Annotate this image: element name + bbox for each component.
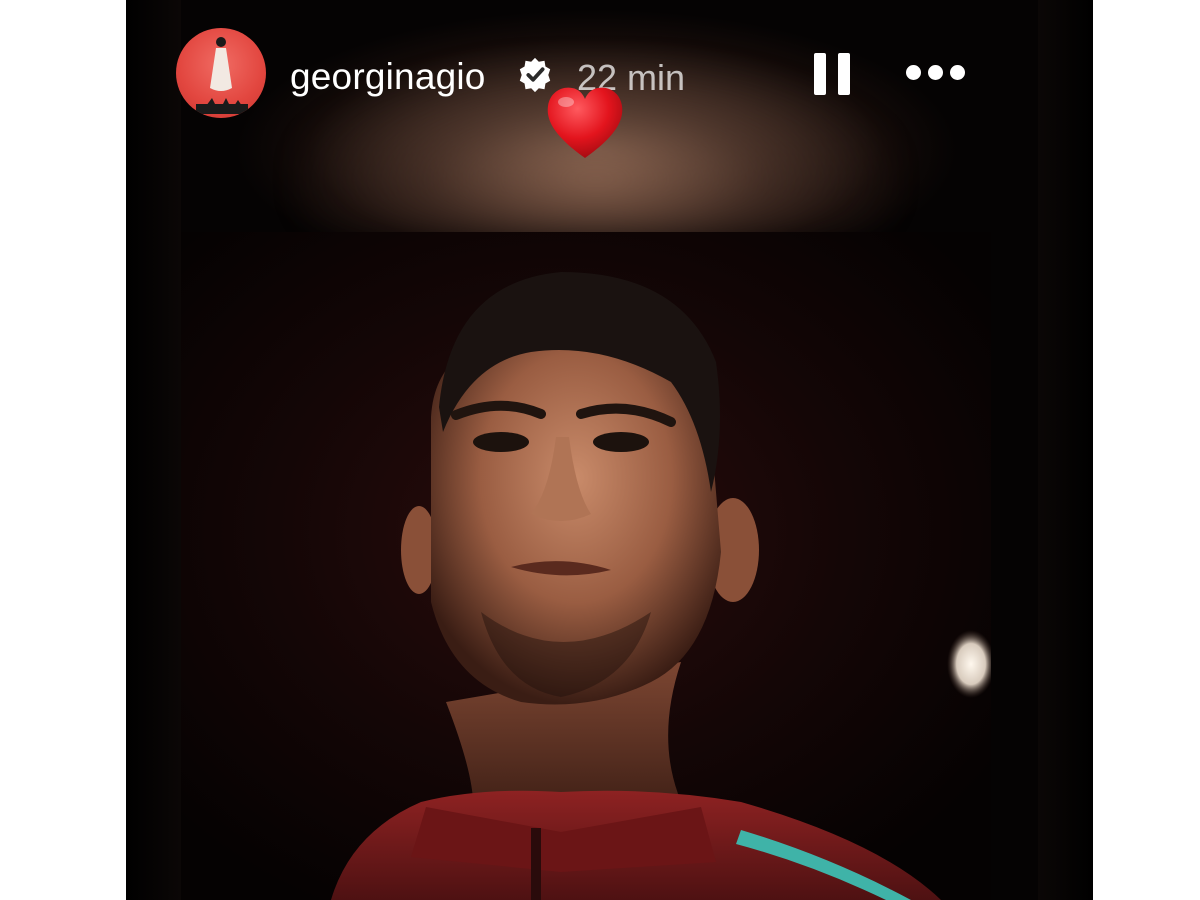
eye-right xyxy=(593,432,649,452)
portrait-illustration xyxy=(331,272,991,900)
profile-avatar[interactable] xyxy=(176,28,266,118)
story-side-shade-right xyxy=(1038,0,1093,900)
story-side-shade-left xyxy=(126,0,181,900)
jacket-zipper xyxy=(531,828,541,900)
avatar-figure-icon xyxy=(196,37,248,114)
story-photo xyxy=(181,232,991,900)
heart-sticker-icon xyxy=(547,87,623,158)
pause-button[interactable] xyxy=(810,50,854,98)
story-header: georginagio 22 min xyxy=(126,0,1093,158)
story-username[interactable]: georginagio xyxy=(290,52,486,102)
story-viewer[interactable]: georginagio 22 min xyxy=(126,0,1093,900)
more-options-button[interactable] xyxy=(902,56,968,90)
page: georginagio 22 min xyxy=(0,0,1200,900)
eye-left xyxy=(473,432,529,452)
light-flare xyxy=(947,630,991,698)
